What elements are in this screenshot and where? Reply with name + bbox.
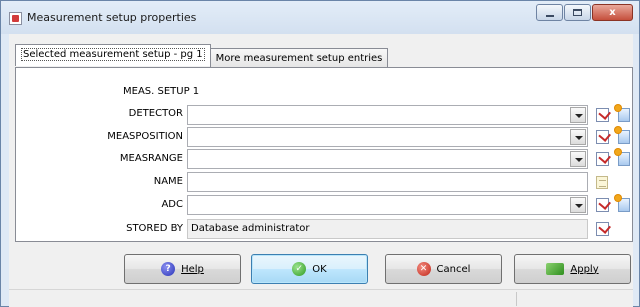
cancel-icon: ✕ [416, 262, 431, 276]
measposition-combo[interactable] [187, 127, 588, 147]
adc-label: ADC [161, 199, 183, 210]
new-record-icon[interactable] [615, 195, 630, 212]
name-field[interactable] [187, 172, 588, 192]
ok-label: OK [312, 263, 327, 275]
title-bar[interactable]: Measurement setup properties x [1, 1, 639, 34]
apply-button[interactable]: Apply [514, 254, 631, 284]
minimize-button[interactable] [536, 4, 563, 21]
minimize-icon [545, 14, 554, 17]
status-separator [516, 292, 517, 306]
ok-button[interactable]: ✓ OK [251, 254, 368, 284]
window-title: Measurement setup properties [27, 11, 197, 24]
chevron-down-icon[interactable] [570, 129, 586, 145]
apply-label: Apply [570, 263, 599, 275]
tab-label: More measurement setup entries [215, 53, 383, 64]
edit-icon[interactable] [596, 198, 609, 212]
setup-heading: MEAS. SETUP 1 [123, 86, 200, 97]
detector-combo[interactable] [187, 105, 588, 125]
name-label: NAME [153, 176, 183, 187]
chevron-down-icon[interactable] [570, 197, 586, 213]
maximize-button[interactable] [564, 4, 591, 21]
chevron-down-icon[interactable] [570, 107, 586, 123]
app-icon [9, 12, 22, 25]
note-icon[interactable] [596, 176, 608, 189]
close-button[interactable]: x [592, 4, 633, 21]
stored-by-field: Database administrator [187, 219, 588, 239]
new-record-icon[interactable] [615, 127, 630, 144]
tab-more-entries[interactable]: More measurement setup entries [209, 48, 389, 67]
tab-selected-setup[interactable]: Selected measurement setup - pg 1 [15, 44, 211, 66]
stored-by-label: STORED BY [126, 223, 183, 234]
help-icon: ? [161, 262, 176, 276]
maximize-icon [573, 9, 582, 16]
measrange-combo[interactable] [187, 149, 588, 169]
cancel-button[interactable]: ✕ Cancel [385, 254, 502, 284]
new-record-icon[interactable] [615, 105, 630, 122]
adc-combo[interactable] [187, 195, 588, 215]
help-label: Help [181, 263, 204, 275]
tab-strip: Selected measurement setup - pg 1 More m… [15, 44, 389, 67]
dialog-window: Measurement setup properties x Selected … [0, 0, 640, 307]
cancel-label: Cancel [436, 263, 471, 275]
measrange-label: MEASRANGE [119, 153, 183, 164]
caption-buttons: x [535, 4, 633, 21]
edit-icon[interactable] [596, 152, 609, 166]
tab-label: Selected measurement setup - pg 1 [21, 48, 205, 61]
help-button[interactable]: ? Help [124, 254, 241, 284]
chevron-down-icon[interactable] [570, 151, 586, 167]
status-bar [9, 289, 633, 307]
measposition-label: MEASPOSITION [107, 131, 183, 142]
check-icon: ✓ [292, 262, 307, 276]
edit-icon[interactable] [596, 108, 609, 122]
edit-icon[interactable] [596, 222, 609, 236]
close-icon: x [609, 7, 616, 18]
edit-icon[interactable] [596, 130, 609, 144]
detector-label: DETECTOR [128, 108, 183, 119]
new-record-icon[interactable] [615, 149, 630, 166]
apply-icon [546, 263, 565, 275]
